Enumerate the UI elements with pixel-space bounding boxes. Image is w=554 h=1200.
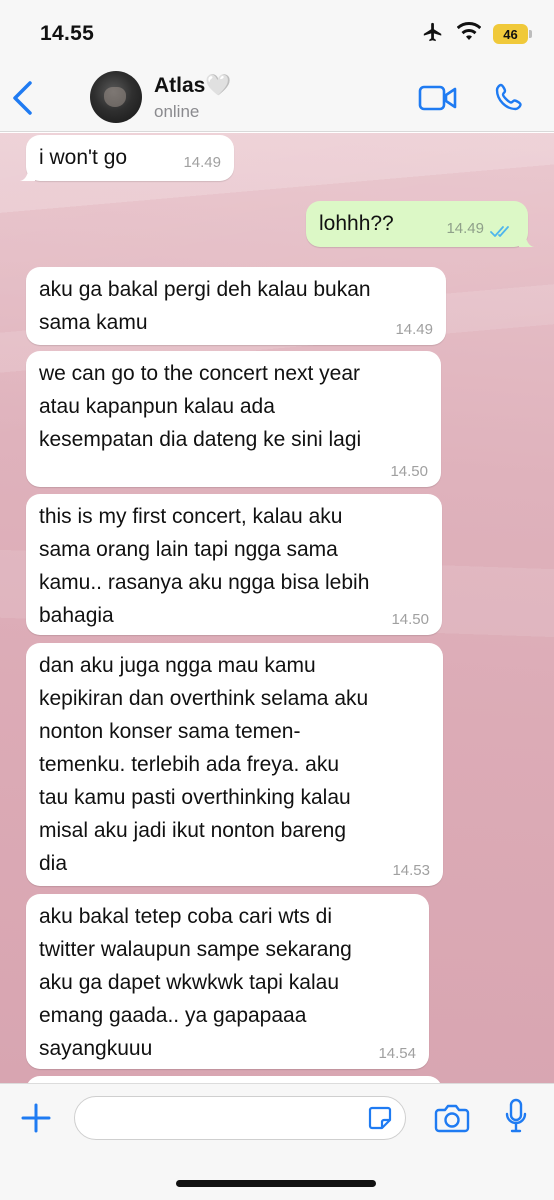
message-text: aku bakal tetep coba cari wts di twitter… — [39, 905, 352, 1060]
message-outgoing[interactable]: lohhh?? 14.49 — [306, 201, 535, 247]
wifi-icon — [456, 21, 482, 47]
message-incoming[interactable]: we can go to the concert next year atau … — [26, 351, 441, 487]
phone-icon[interactable] — [494, 82, 524, 112]
message-incoming[interactable]: this is my first concert, kalau aku sama… — [26, 494, 442, 635]
message-time: 14.53 — [392, 862, 430, 879]
back-icon[interactable] — [10, 80, 36, 116]
mic-icon[interactable] — [504, 1098, 528, 1136]
message-text: this is my first concert, kalau aku sama… — [39, 505, 370, 627]
message-time: 14.49 — [395, 321, 433, 338]
bubble-tail — [519, 231, 535, 247]
message-text: aku ga bakal pergi deh kalau bukan sama … — [39, 278, 371, 334]
message-input[interactable] — [74, 1096, 406, 1140]
status-bar: 14.55 46 — [0, 0, 554, 66]
camera-icon[interactable] — [434, 1102, 470, 1134]
status-icons: 46 — [421, 21, 532, 48]
battery-indicator: 46 — [493, 24, 532, 44]
message-time: 14.49 — [183, 154, 221, 171]
message-time: 14.50 — [390, 463, 428, 480]
chat-header: Atlas🤍 online — [0, 66, 554, 132]
plus-icon[interactable] — [20, 1102, 52, 1134]
message-text: we can go to the concert next year atau … — [39, 362, 362, 451]
message-time: 14.54 — [378, 1045, 416, 1062]
contact-status: online — [154, 102, 200, 121]
message-incoming[interactable]: dan aku juga ngga mau kamu kepikiran dan… — [26, 643, 443, 886]
home-indicator — [176, 1180, 376, 1187]
status-time: 14.55 — [40, 22, 95, 45]
contact-name[interactable]: Atlas🤍 — [154, 74, 232, 98]
video-call-icon[interactable] — [418, 84, 458, 112]
message-text: dan aku juga ngga mau kamu kepikiran dan… — [39, 654, 369, 875]
message-input-bar — [0, 1083, 554, 1200]
airplane-icon — [421, 21, 445, 48]
avatar[interactable] — [90, 71, 142, 123]
message-text: i won't go — [39, 146, 128, 169]
message-time: 14.49 — [446, 220, 484, 237]
message-incoming[interactable]: aku ga bakal pergi deh kalau bukan sama … — [26, 267, 446, 345]
sticker-icon[interactable] — [368, 1106, 392, 1130]
message-text: lohhh?? — [319, 212, 394, 235]
message-incoming-partial[interactable] — [26, 1076, 442, 1083]
bubble-tail — [19, 165, 35, 181]
chat-area[interactable]: i won't go 14.49 lohhh?? 14.49 aku ga ba… — [0, 133, 554, 1083]
message-incoming[interactable]: i won't go 14.49 — [19, 135, 234, 181]
read-receipt-icon — [490, 226, 509, 237]
message-time: 14.50 — [391, 611, 429, 628]
message-incoming[interactable]: aku bakal tetep coba cari wts di twitter… — [26, 894, 429, 1069]
